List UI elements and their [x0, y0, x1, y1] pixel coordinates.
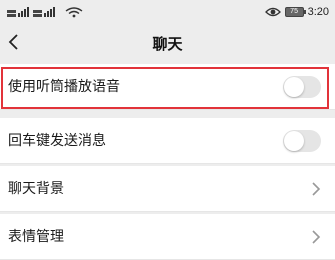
setting-row-chat-background[interactable]: 聊天背景	[0, 166, 335, 212]
setting-label: 聊天背景	[8, 181, 64, 197]
setting-label: 表情管理	[8, 229, 64, 245]
status-bar: 75 3:20	[0, 0, 335, 24]
navigation-bar: 聊天	[0, 24, 335, 64]
chevron-right-icon	[312, 182, 321, 196]
chevron-right-icon	[312, 230, 321, 244]
setting-label: 回车键发送消息	[8, 133, 106, 149]
highlight-box	[1, 67, 329, 109]
setting-row-enter-send[interactable]: 回车键发送消息	[0, 118, 335, 164]
status-time: 3:20	[307, 6, 329, 18]
setting-row-emoji-management[interactable]: 表情管理	[0, 214, 335, 260]
network-status	[6, 3, 116, 21]
signal-icons	[7, 7, 83, 18]
battery-icon: 75	[284, 7, 306, 17]
eye-icon	[264, 7, 281, 17]
page-title: 聊天	[152, 35, 183, 53]
status-right: 75 3:20	[264, 2, 329, 22]
enter-send-toggle[interactable]	[283, 130, 321, 152]
